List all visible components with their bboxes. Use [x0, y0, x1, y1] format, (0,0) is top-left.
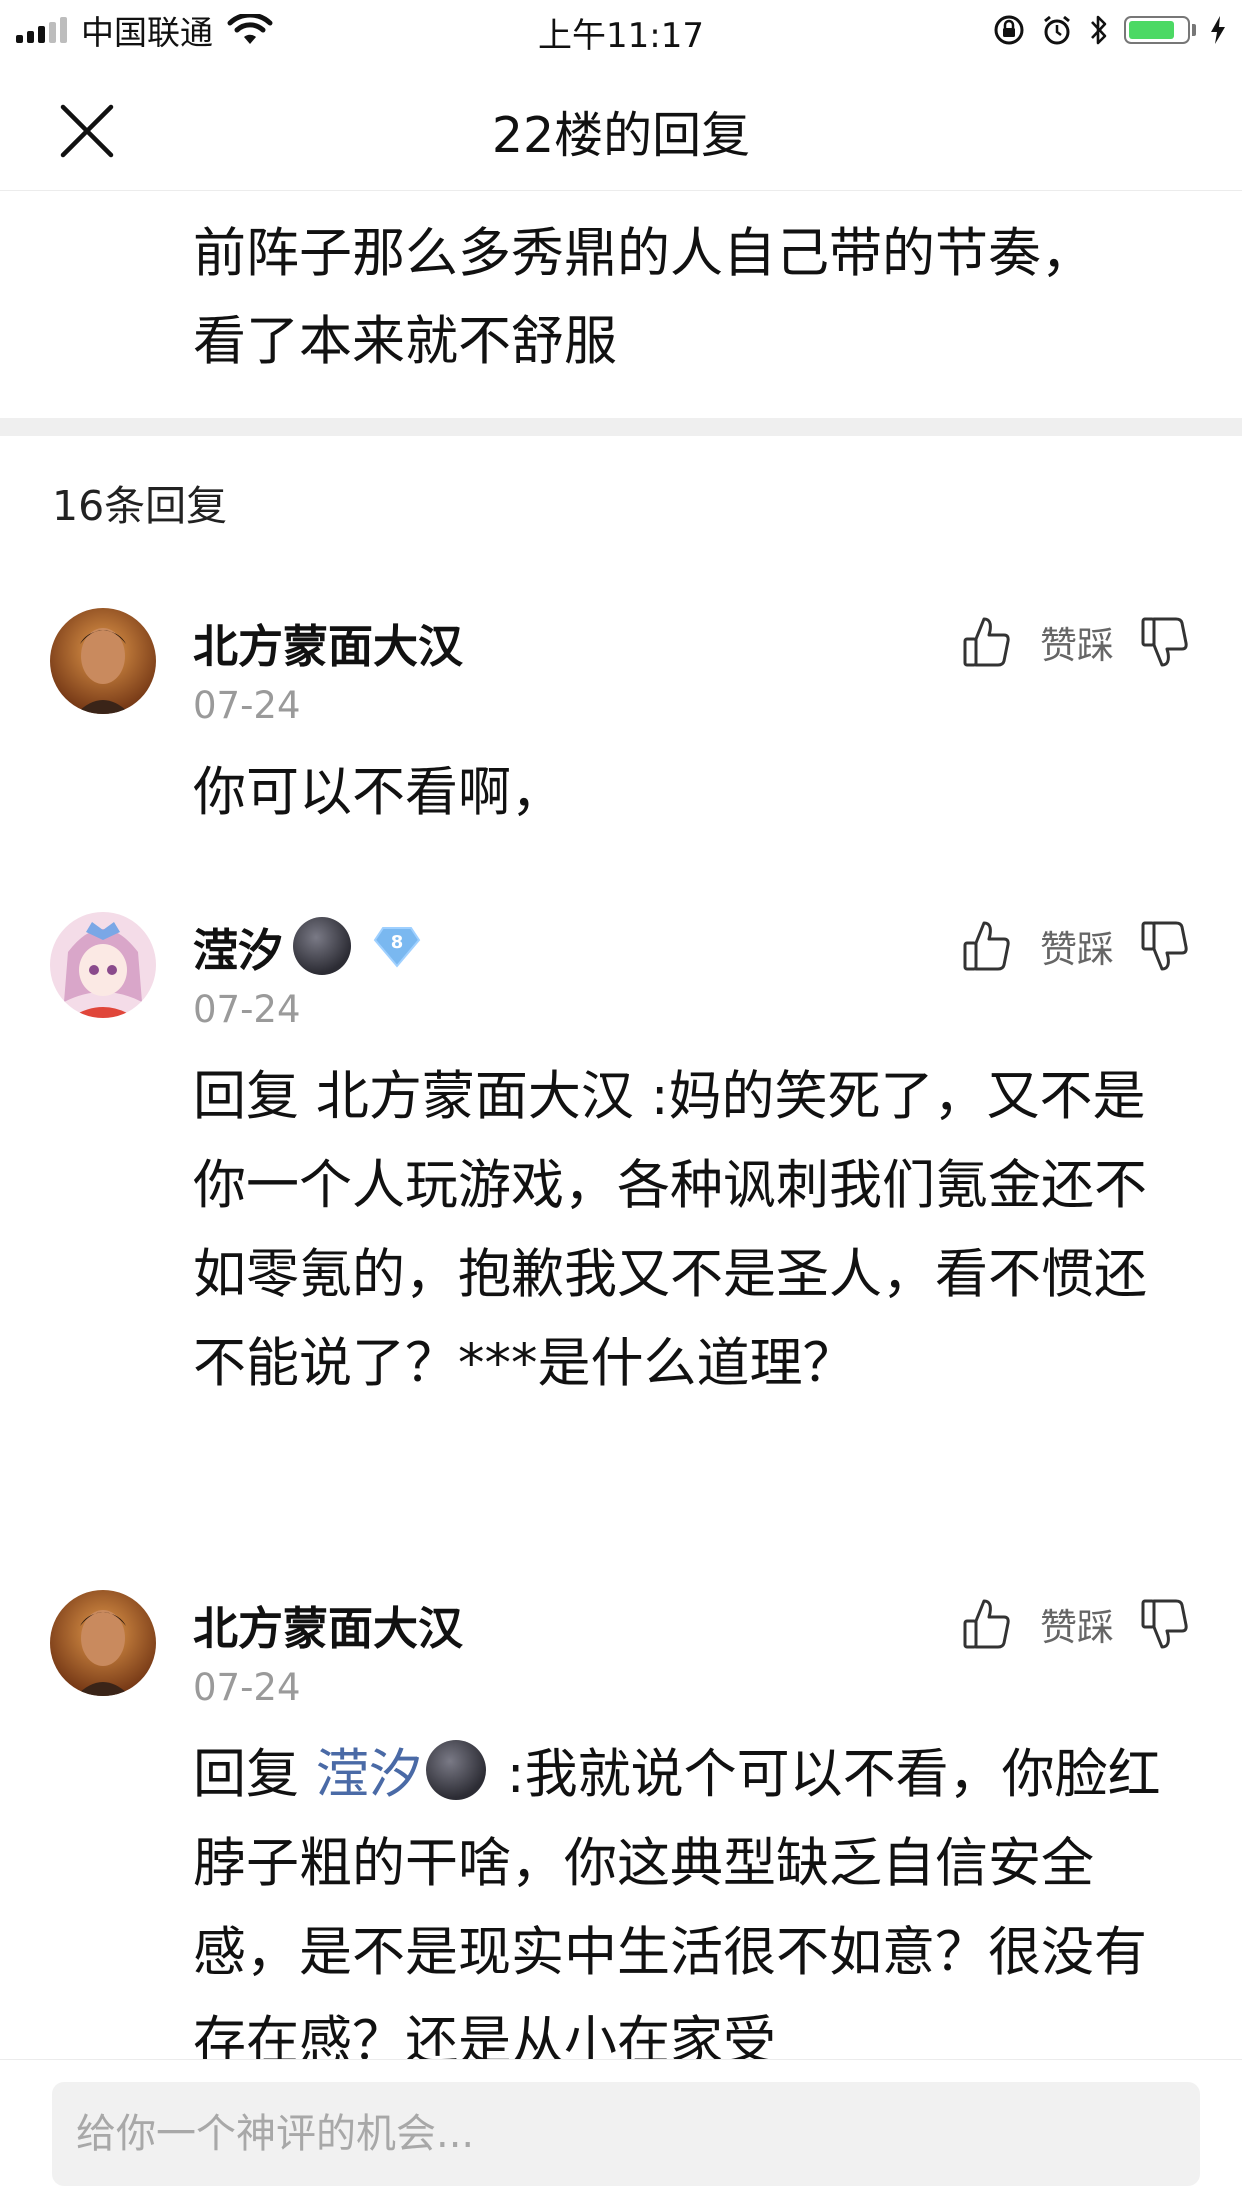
comment-author[interactable]: 北方蒙面大汉: [193, 1592, 463, 1657]
avatar[interactable]: [50, 608, 156, 714]
comment-input[interactable]: [52, 2082, 1200, 2186]
vote-group: 赞踩: [962, 1594, 1190, 1654]
reply-count: 16条回复: [52, 482, 228, 530]
avatar[interactable]: [50, 912, 156, 1018]
reply-prefix: 回复 北方蒙面大汉 :: [193, 1066, 669, 1127]
status-bar: 中国联通 上午11:17: [0, 0, 1242, 62]
thumbs-down-icon[interactable]: [1140, 919, 1190, 973]
main-post-text: 前阵子那么多秀鼎的人自己带的节奏，看了本来就不舒服: [193, 223, 1094, 372]
comment-text: 你可以不看啊，: [193, 762, 564, 823]
comment-input-bar: [0, 2060, 1242, 2208]
comment-text: 回复 北方蒙面大汉 :妈的笑死了，又不是你一个人玩游戏，各种讽刺我们氪金还不如零…: [193, 1052, 1183, 1408]
mention-link[interactable]: 滢汐: [316, 1744, 422, 1805]
comment-date: 07-24: [193, 988, 301, 1031]
thumbs-down-icon[interactable]: [1140, 615, 1190, 669]
vote-label: 赞踩: [1040, 624, 1114, 667]
thumbs-up-icon[interactable]: [962, 919, 1012, 973]
vote-group: 赞踩: [962, 612, 1190, 672]
level-badge: 8: [373, 924, 421, 968]
rotation-lock-icon: [994, 15, 1024, 45]
vote-label: 赞踩: [1040, 1606, 1114, 1649]
page-title: 22楼的回复: [491, 107, 751, 164]
new-moon-face-icon: [425, 1740, 486, 1800]
comment-date: 07-24: [193, 684, 301, 727]
reply-prefix: 回复: [193, 1744, 316, 1805]
alarm-icon: [1044, 15, 1070, 45]
charging-bolt-icon: [1211, 16, 1225, 44]
vote-label: 赞踩: [1040, 928, 1114, 971]
new-moon-face-icon: [293, 917, 352, 975]
thumbs-up-icon[interactable]: [962, 615, 1012, 669]
nav-bar: 22楼的回复: [0, 62, 1242, 191]
comment-author[interactable]: 滢汐: [193, 914, 283, 979]
level-number: 8: [390, 932, 404, 953]
battery-icon: [1124, 16, 1196, 44]
comment-text: 回复 滢汐 :我就说个可以不看，你脸红脖子粗的干啥，你这典型缺乏自信安全感，是不…: [193, 1730, 1183, 2086]
section-divider: [0, 418, 1242, 436]
thumbs-up-icon[interactable]: [962, 1597, 1012, 1651]
thumbs-down-icon[interactable]: [1140, 1597, 1190, 1651]
bluetooth-icon: [1091, 15, 1107, 45]
comment-author[interactable]: 北方蒙面大汉: [193, 610, 463, 675]
vote-group: 赞踩: [962, 916, 1190, 976]
comment-date: 07-24: [193, 1666, 301, 1709]
avatar[interactable]: [50, 1590, 156, 1696]
